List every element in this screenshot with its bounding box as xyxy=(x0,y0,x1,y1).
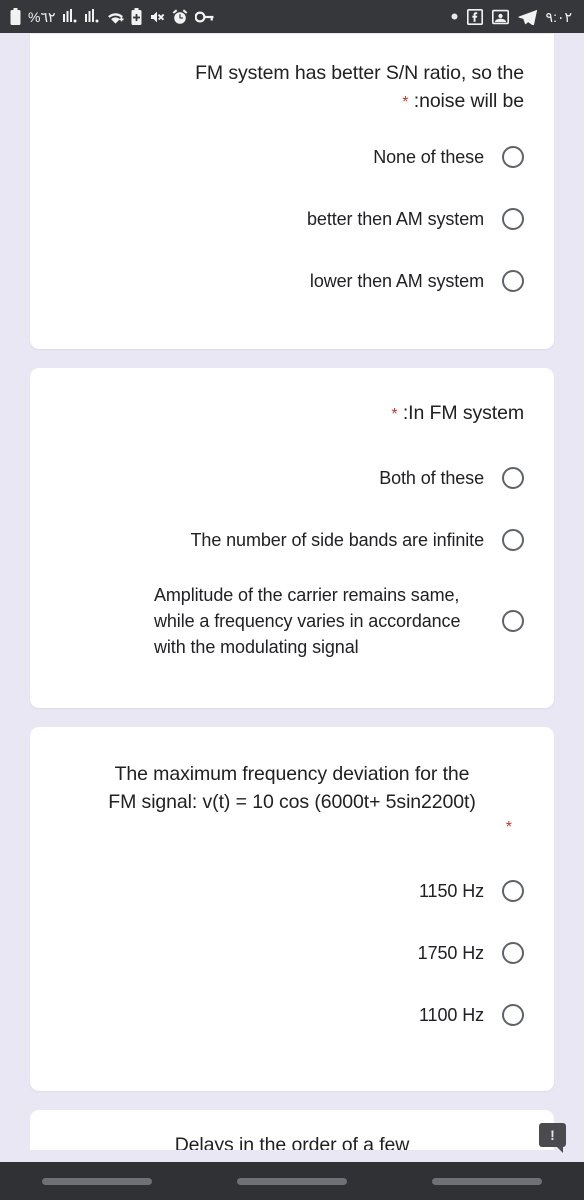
facebook-icon xyxy=(466,8,483,25)
option-row[interactable]: 1750 Hz xyxy=(60,933,524,973)
question-2-options: Both of these The number of side bands a… xyxy=(60,458,524,660)
mute-icon xyxy=(149,9,165,25)
status-bar-left-group: %٦٢ xyxy=(10,8,214,25)
vpn-key-icon xyxy=(194,11,214,23)
option-label: lower then AM system xyxy=(309,271,484,292)
question-3-title-line-2: FM signal: v(t) = 10 cos (6000t+ 5sin220… xyxy=(108,791,476,814)
form-scroll-area[interactable]: FM system has better S/N ratio, so the *… xyxy=(0,33,584,1200)
option-label: 1750 Hz xyxy=(417,942,484,963)
battery-saver-icon xyxy=(131,8,142,25)
radio-button[interactable] xyxy=(502,208,524,231)
form-page: FM system has better S/N ratio, so the *… xyxy=(0,33,584,1200)
back-button[interactable] xyxy=(431,1177,542,1185)
radio-button[interactable] xyxy=(502,529,524,552)
option-row[interactable]: The number of side bands are infinite xyxy=(60,520,524,560)
recents-button[interactable] xyxy=(42,1177,153,1185)
option-label: Both of these xyxy=(379,468,484,489)
question-1-options: None of these better then AM system lowe… xyxy=(60,137,524,301)
option-row[interactable]: lower then AM system xyxy=(60,261,524,301)
radio-button[interactable] xyxy=(502,1003,524,1026)
required-asterisk: * xyxy=(402,93,409,111)
question-card-3: The maximum frequency deviation for the … xyxy=(30,727,554,1091)
question-1-title-line-2: * :noise will be xyxy=(402,89,524,112)
option-row[interactable]: Amplitude of the carrier remains same, w… xyxy=(60,582,524,660)
radio-button[interactable] xyxy=(502,146,524,169)
home-button[interactable] xyxy=(236,1177,347,1185)
option-row[interactable]: Both of these xyxy=(60,458,524,498)
option-row[interactable]: 1100 Hz xyxy=(60,995,524,1035)
question-3-title: The maximum frequency deviation for the … xyxy=(60,761,524,816)
option-label: better then AM system xyxy=(307,209,484,230)
exclamation-icon[interactable]: ! xyxy=(539,1123,566,1153)
battery-percent-label: %٦٢ xyxy=(28,8,56,25)
signal-bars-2-icon xyxy=(84,9,100,24)
signal-bars-icon xyxy=(62,9,78,24)
question-card-4-partial: Delays in the order of a few xyxy=(30,1109,554,1150)
option-label: None of these xyxy=(373,147,484,168)
question-1-title-line-1: FM system has better S/N ratio, so the xyxy=(195,62,524,84)
question-3-options: 1150 Hz 1750 Hz 1100 Hz xyxy=(60,871,524,1035)
photo-icon xyxy=(491,9,509,25)
radio-button[interactable] xyxy=(502,270,524,293)
question-card-2: * :In FM system Both of these The number… xyxy=(30,368,554,709)
option-row[interactable]: None of these xyxy=(60,137,524,177)
required-asterisk: * xyxy=(391,406,398,424)
required-asterisk: * xyxy=(505,818,512,836)
radio-button[interactable] xyxy=(502,879,524,902)
tooltip-label: ! xyxy=(550,1127,555,1143)
telegram-icon xyxy=(517,9,537,25)
wifi-icon xyxy=(107,10,124,24)
option-row[interactable]: better then AM system xyxy=(60,199,524,239)
question-card-1: FM system has better S/N ratio, so the *… xyxy=(30,34,554,350)
option-row[interactable]: 1150 Hz xyxy=(60,871,524,911)
question-1-title: FM system has better S/N ratio, so the *… xyxy=(60,60,524,115)
option-label: 1100 Hz xyxy=(418,1004,484,1025)
clock-label: ٩:٠٢ xyxy=(545,8,572,25)
question-2-title: * :In FM system xyxy=(391,402,524,425)
system-navigation-bar xyxy=(0,1162,584,1200)
alarm-icon xyxy=(172,8,188,25)
status-bar-right-group: ٩:٠٢ xyxy=(451,8,572,25)
radio-button[interactable] xyxy=(502,941,524,964)
question-3-title-line-1: The maximum frequency deviation for the xyxy=(114,763,470,786)
dot-icon xyxy=(451,13,458,20)
option-label: The number of side bands are infinite xyxy=(190,530,485,551)
radio-button[interactable] xyxy=(502,610,524,633)
status-bar: %٦٢ ٩:٠٢ xyxy=(0,0,584,33)
option-label: 1150 Hz xyxy=(418,880,484,901)
radio-button[interactable] xyxy=(502,467,524,490)
option-label: Amplitude of the carrier remains same, w… xyxy=(154,585,461,658)
battery-icon xyxy=(10,8,21,25)
question-4-title-partial: Delays in the order of a few xyxy=(174,1133,410,1150)
